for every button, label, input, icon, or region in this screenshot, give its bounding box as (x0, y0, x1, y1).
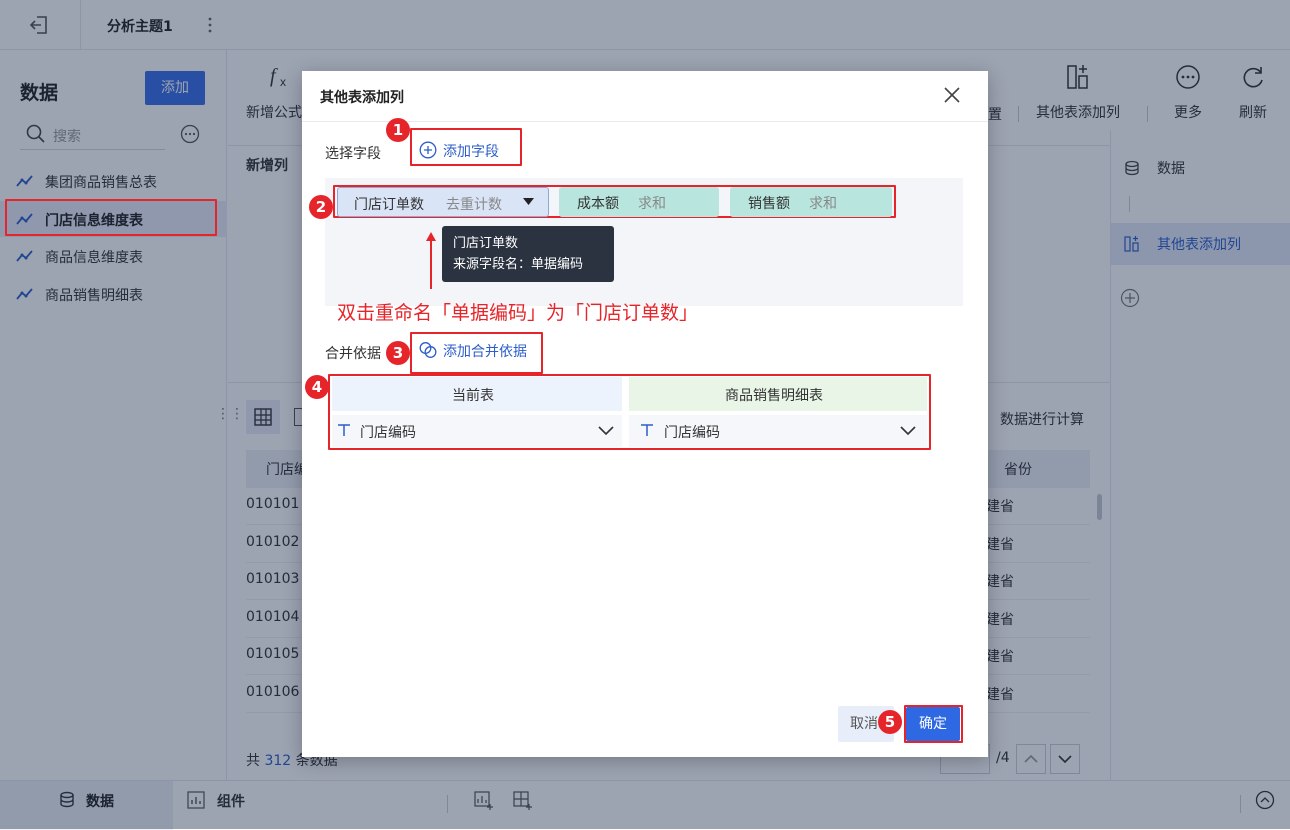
dialog-title: 其他表添加列 (320, 90, 404, 106)
field-chip[interactable]: 销售额 求和 (730, 187, 892, 217)
confirm-button[interactable]: 确定 (906, 707, 960, 741)
arrow-up-icon (425, 231, 437, 289)
step-badge-3: 3 (386, 341, 410, 365)
annotation-text: 双击重命名「单据编码」为「门店订单数」 (337, 302, 699, 324)
plus-circle-icon (419, 141, 437, 159)
merge-field-right-select[interactable]: 门店编码 (629, 415, 927, 447)
field-tooltip: 门店订单数 来源字段名：单据编码 (442, 226, 614, 282)
tooltip-source: 来源字段名：单据编码 (453, 257, 584, 272)
chevron-down-icon (598, 425, 614, 437)
caret-down-icon[interactable] (523, 198, 534, 206)
merge-field-left-select[interactable]: 门店编码 (332, 415, 622, 447)
merge-field-value: 门店编码 (664, 425, 720, 441)
merge-header-label: 当前表 (452, 388, 494, 404)
field-chip[interactable]: 门店订单数 去重计数 (337, 187, 549, 217)
select-field-label: 选择字段 (325, 146, 381, 162)
text-type-icon (337, 423, 351, 437)
chevron-down-icon (900, 425, 916, 437)
merge-header-label: 商品销售明细表 (725, 388, 823, 404)
close-icon[interactable] (943, 86, 961, 104)
add-field-button[interactable]: 添加字段 (443, 141, 499, 161)
merge-circles-icon (419, 341, 437, 359)
field-chip-name: 成本额 (577, 196, 619, 212)
add-column-dialog: 其他表添加列 选择字段 添加字段 门店订单数 去重计数 成本额 求和 销售额 求和 门店订… (302, 71, 988, 757)
field-chip-aggregation: 求和 (809, 196, 837, 212)
step-badge-4: 4 (305, 375, 329, 399)
add-merge-basis-button[interactable]: 添加合并依据 (443, 341, 527, 361)
merge-header-current: 当前表 (332, 377, 622, 411)
step-badge-1: 1 (386, 118, 410, 142)
step-badge-2: 2 (309, 195, 333, 219)
merge-field-value: 门店编码 (360, 425, 416, 441)
field-chip-name: 销售额 (748, 196, 790, 212)
tooltip-title: 门店订单数 (453, 236, 519, 251)
field-chip-name: 门店订单数 (354, 197, 424, 213)
field-chip-aggregation: 求和 (638, 196, 666, 212)
highlight-box (5, 199, 217, 236)
merge-basis-label: 合并依据 (325, 346, 381, 362)
step-badge-5: 5 (878, 710, 902, 734)
text-type-icon (640, 423, 654, 437)
field-chip-aggregation: 去重计数 (446, 197, 502, 213)
field-chip[interactable]: 成本额 求和 (559, 187, 719, 217)
merge-header-other: 商品销售明细表 (629, 377, 927, 411)
